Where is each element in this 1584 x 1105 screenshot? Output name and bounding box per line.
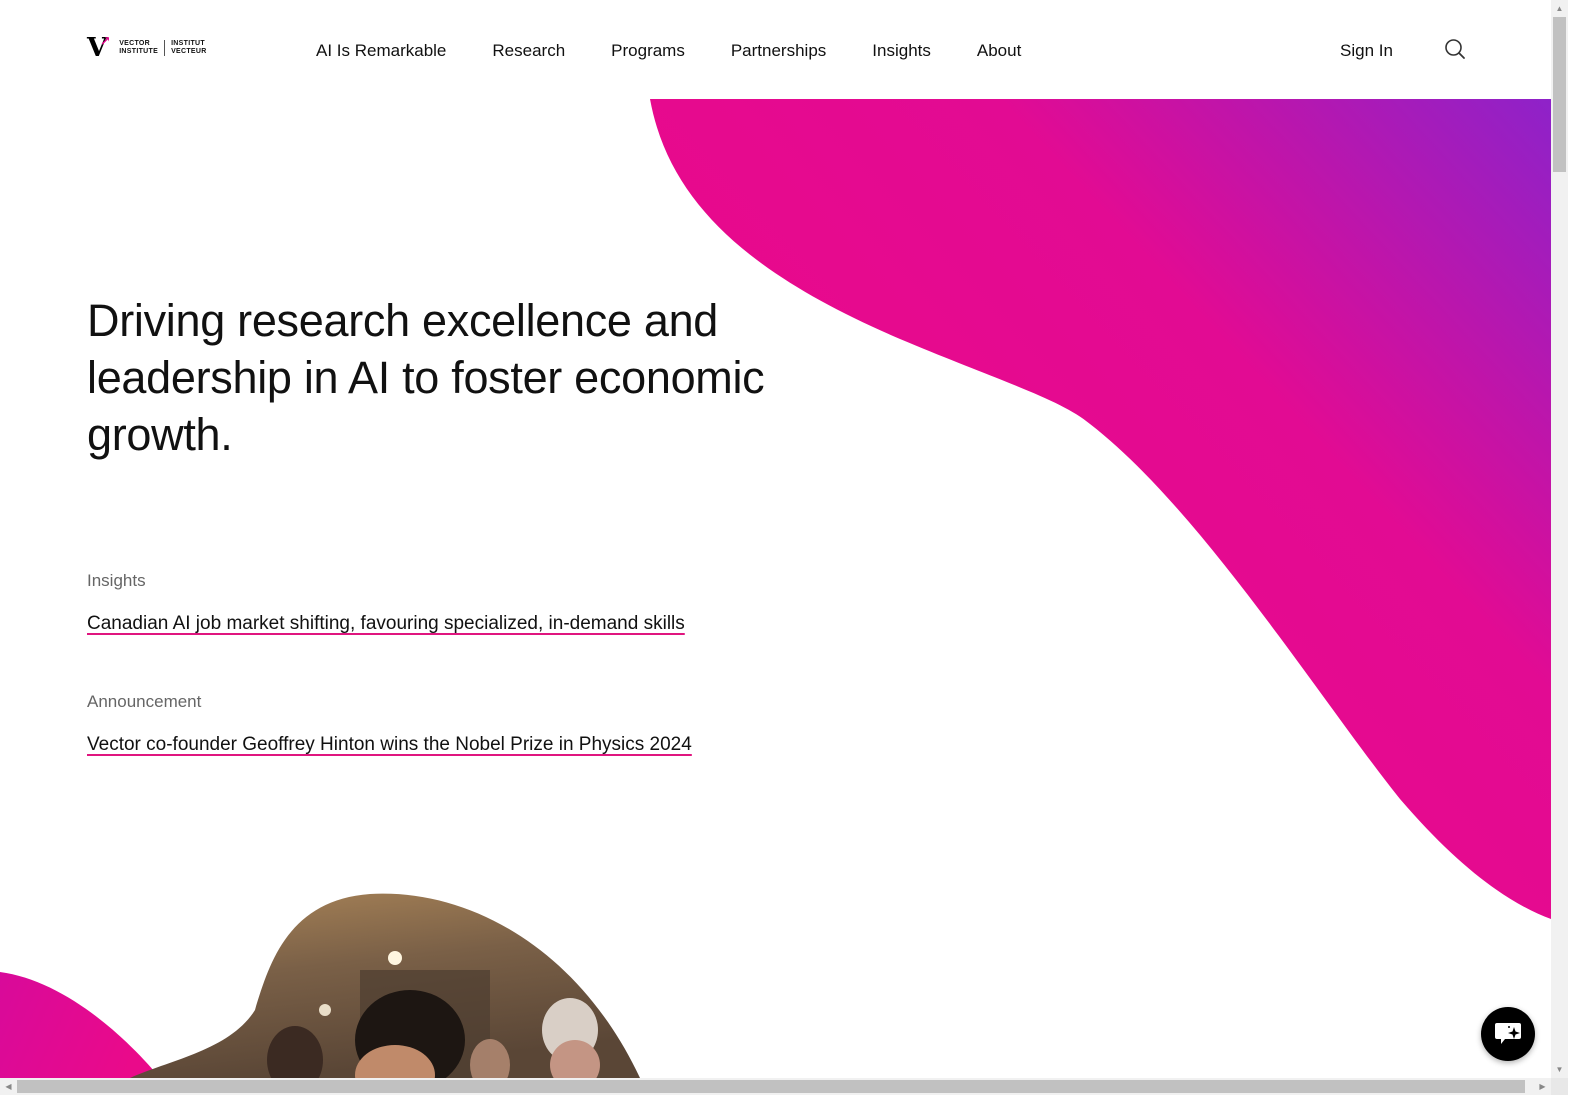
logo-mark: V ↗ (87, 34, 111, 61)
scroll-right-arrow-icon[interactable]: ▶ (1534, 1078, 1551, 1095)
logo-french: INSTITUT VECTEUR (164, 40, 213, 56)
nav-research[interactable]: Research (492, 40, 565, 62)
scroll-left-arrow-icon[interactable]: ◀ (0, 1078, 17, 1095)
nav-about[interactable]: About (977, 40, 1021, 62)
scrollbar-corner (1551, 1078, 1568, 1095)
horizontal-scrollbar[interactable]: ◀ ▶ (0, 1078, 1551, 1095)
scroll-up-arrow-icon[interactable]: ▲ (1551, 0, 1568, 17)
site-header: V ↗ VECTOR INSTITUTE INSTITUT VECTEUR AI… (0, 0, 1551, 99)
logo-arrow-icon: ↗ (100, 34, 111, 49)
news-link-ai-job-market[interactable]: Canadian AI job market shifting, favouri… (87, 613, 685, 635)
hero-title: Driving research excellence and leadersh… (87, 295, 765, 460)
hero-gradient-blob (650, 99, 1551, 919)
logo-text: INSTITUTE (119, 48, 159, 55)
logo-text: VECTOR (119, 40, 151, 47)
nav-partnerships[interactable]: Partnerships (731, 40, 826, 62)
page: V ↗ VECTOR INSTITUTE INSTITUT VECTEUR AI… (0, 0, 1551, 1078)
sign-in-link[interactable]: Sign In (1340, 40, 1393, 62)
event-photo (130, 893, 640, 1078)
logo-text: INSTITUT (171, 40, 205, 47)
news-kicker-announcement: Announcement (87, 692, 202, 711)
gradient-blob-bottom-left (0, 972, 160, 1078)
news-kicker-insights: Insights (87, 571, 146, 590)
logo-english: VECTOR INSTITUTE (119, 40, 164, 56)
scroll-down-arrow-icon[interactable]: ▼ (1551, 1061, 1568, 1078)
vertical-scrollbar[interactable]: ▲ ▼ (1551, 0, 1568, 1078)
horizontal-scroll-thumb[interactable] (17, 1080, 1525, 1093)
bottom-hero-art (0, 893, 640, 1078)
window-bottom-edge (0, 1095, 1584, 1105)
nav-insights[interactable]: Insights (872, 40, 931, 62)
logo-wordmark: VECTOR INSTITUTE INSTITUT VECTEUR (119, 40, 212, 56)
chat-button[interactable] (1481, 1007, 1535, 1061)
search-icon[interactable] (1444, 38, 1466, 60)
logo-text: VECTEUR (171, 48, 207, 55)
chat-sparkle-icon (1495, 1023, 1521, 1044)
news-link-hinton-nobel[interactable]: Vector co-founder Geoffrey Hinton wins t… (87, 734, 692, 756)
nav-ai-is-remarkable[interactable]: AI Is Remarkable (316, 40, 446, 62)
nav-programs[interactable]: Programs (611, 40, 685, 62)
vertical-scroll-thumb[interactable] (1553, 17, 1566, 172)
main-nav: AI Is Remarkable Research Programs Partn… (316, 40, 1067, 62)
vector-institute-logo[interactable]: V ↗ VECTOR INSTITUTE INSTITUT VECTEUR (87, 34, 213, 61)
